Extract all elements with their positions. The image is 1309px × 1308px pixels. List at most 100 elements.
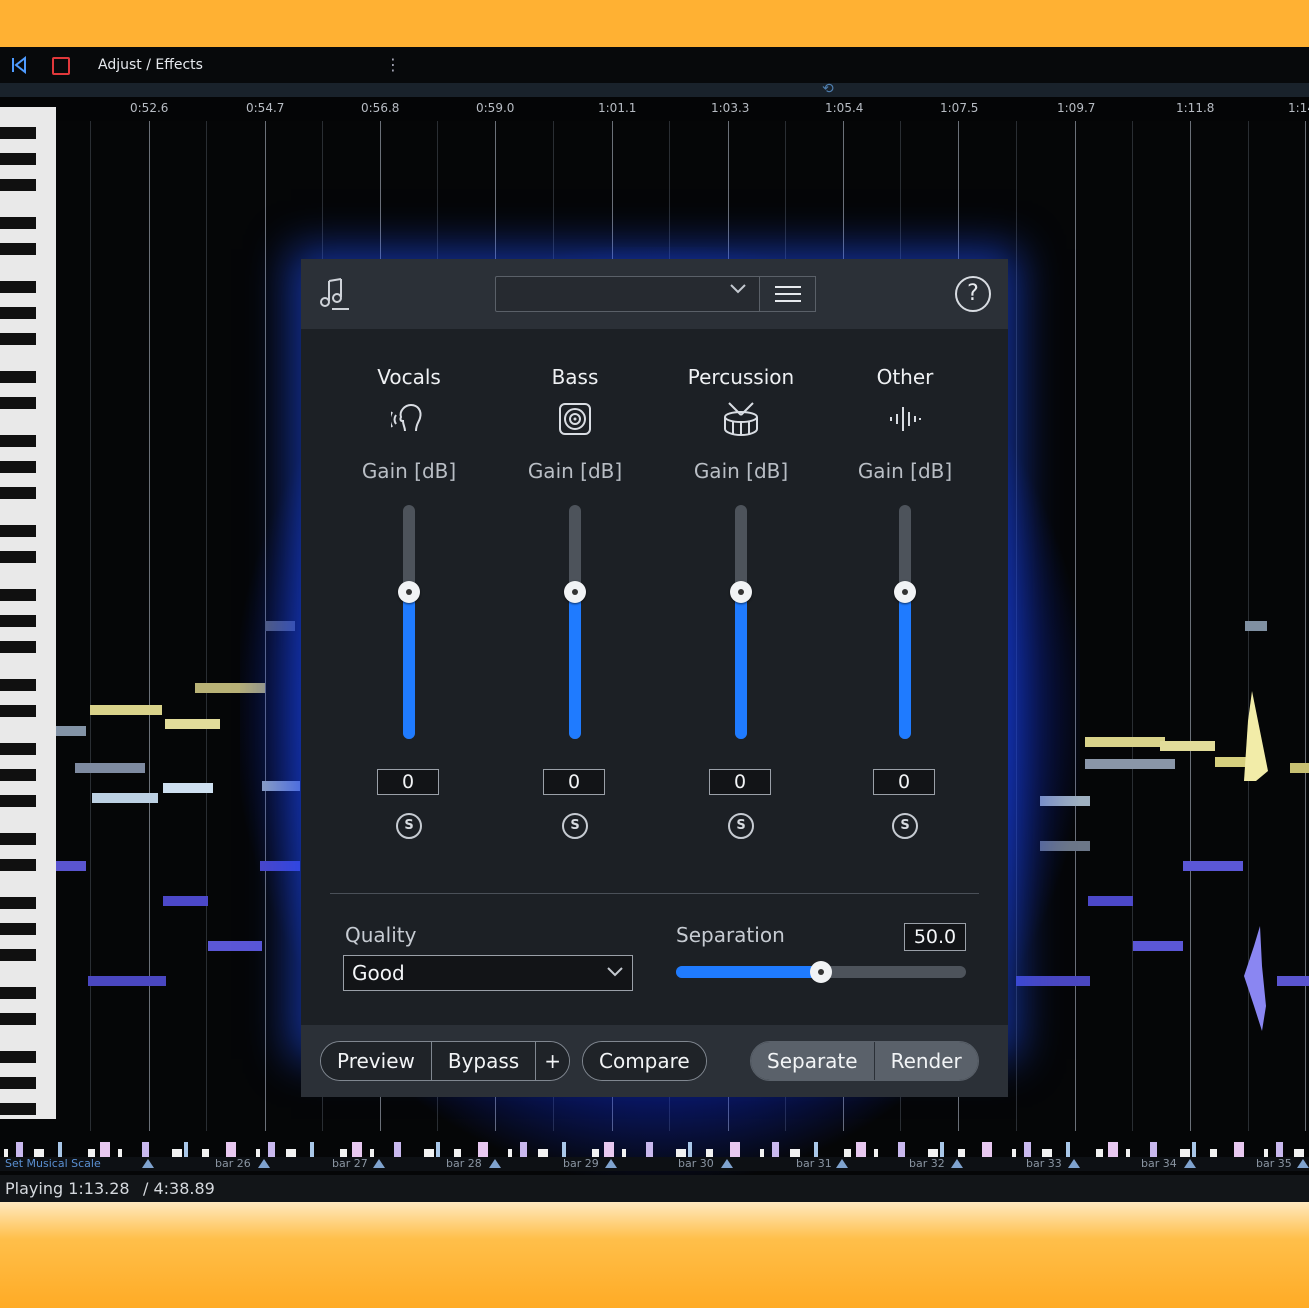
bar-marker-icon[interactable]: [142, 1159, 154, 1168]
note[interactable]: [1245, 621, 1267, 631]
gain-value-field[interactable]: 0: [377, 769, 439, 795]
chevron-down-icon[interactable]: [729, 283, 747, 295]
separation-slider-handle[interactable]: [810, 961, 832, 983]
menu-icon: [775, 286, 801, 288]
ruler-tick: 0:54.7: [246, 101, 285, 115]
preset-dropdown[interactable]: [495, 276, 761, 312]
note[interactable]: [1277, 976, 1309, 986]
solo-button[interactable]: S: [728, 813, 754, 839]
waveform-icon: [890, 407, 921, 431]
solo-button[interactable]: S: [562, 813, 588, 839]
lane-note: [1294, 1149, 1304, 1157]
note[interactable]: [56, 726, 86, 736]
bar-marker-icon[interactable]: [605, 1159, 617, 1168]
bar-label: bar 30: [678, 1157, 714, 1170]
note[interactable]: [163, 783, 213, 793]
lane-note: [1108, 1142, 1118, 1157]
more-options-icon[interactable]: ⋮: [385, 55, 401, 74]
lane-note: [1042, 1149, 1052, 1157]
solo-button[interactable]: S: [892, 813, 918, 839]
note[interactable]: [165, 719, 220, 729]
quality-label: Quality: [345, 923, 417, 947]
piano-keyboard[interactable]: [0, 107, 56, 1119]
lane-note: [58, 1142, 62, 1157]
gain-slider-handle[interactable]: [398, 581, 420, 603]
gain-value-field[interactable]: 0: [709, 769, 771, 795]
lane-note: [16, 1142, 23, 1157]
bar-markers[interactable]: Set Musical Scale bar 26 bar 27 bar 28 b…: [0, 1157, 1309, 1171]
lane-note: [790, 1149, 800, 1157]
solo-button[interactable]: S: [396, 813, 422, 839]
time-ruler[interactable]: 0:52.6 0:54.7 0:56.8 0:59.0 1:01.1 1:03.…: [0, 97, 1309, 121]
gain-slider-handle[interactable]: [894, 581, 916, 603]
bar-marker-icon[interactable]: [721, 1159, 733, 1168]
note[interactable]: [1290, 763, 1309, 773]
vocals-icon: [391, 403, 422, 432]
stem-title: Other: [876, 365, 934, 389]
quality-dropdown[interactable]: Good: [343, 955, 633, 991]
preset-menu-button[interactable]: [759, 276, 816, 312]
lane-note: [256, 1149, 260, 1157]
note[interactable]: [163, 896, 208, 906]
bar-marker-icon[interactable]: [489, 1159, 501, 1168]
note[interactable]: [1133, 941, 1183, 951]
render-button[interactable]: Render: [874, 1042, 978, 1080]
note[interactable]: [1088, 896, 1133, 906]
ruler-tick: 1:09.7: [1057, 101, 1096, 115]
bar-marker-icon[interactable]: [1068, 1159, 1080, 1168]
note[interactable]: [92, 793, 158, 803]
lane-note: [34, 1149, 44, 1157]
bar-marker-icon[interactable]: [951, 1159, 963, 1168]
bar-marker-icon[interactable]: [373, 1159, 385, 1168]
playback-position: Playing 1:13.28: [5, 1179, 130, 1198]
vocal-transient-shape: [1244, 691, 1268, 781]
note[interactable]: [1183, 861, 1243, 871]
note[interactable]: [1085, 759, 1175, 769]
note[interactable]: [90, 705, 162, 715]
preview-button[interactable]: Preview: [321, 1042, 432, 1080]
bar-marker-icon[interactable]: [1184, 1159, 1196, 1168]
lane-note: [1192, 1142, 1196, 1157]
note[interactable]: [1160, 741, 1215, 751]
bar-marker-icon[interactable]: [258, 1159, 270, 1168]
record-stop-icon[interactable]: [52, 57, 70, 75]
note[interactable]: [88, 976, 166, 986]
ruler-tick: 0:59.0: [476, 101, 515, 115]
add-button[interactable]: +: [536, 1042, 569, 1080]
ruler-tick: 1:11.8: [1176, 101, 1215, 115]
loop-region-band[interactable]: [0, 83, 1309, 97]
lane-note: [478, 1142, 488, 1157]
note[interactable]: [56, 861, 86, 871]
lane-note: [118, 1149, 122, 1157]
bar-marker-icon[interactable]: [1297, 1159, 1309, 1168]
gain-label: Gain [dB]: [527, 459, 623, 483]
bypass-button[interactable]: Bypass: [431, 1042, 537, 1080]
gain-slider-fill: [569, 593, 581, 739]
lane-note: [142, 1142, 149, 1157]
gain-slider-fill: [403, 593, 415, 739]
gain-value-field[interactable]: 0: [543, 769, 605, 795]
gain-slider-handle[interactable]: [730, 581, 752, 603]
gain-value-field[interactable]: 0: [873, 769, 935, 795]
spectral-editor-window: Adjust / Effects ⋮ ⟲ 0:52.6 0:54.7 0:56.…: [0, 47, 1309, 1202]
lane-note: [1234, 1142, 1244, 1157]
drum-icon: [724, 402, 758, 437]
separation-value-field[interactable]: 50.0: [904, 923, 966, 951]
vocal-transient-shape: [1244, 926, 1266, 1031]
help-button[interactable]: ?: [955, 276, 991, 312]
bar-marker-icon[interactable]: [836, 1159, 848, 1168]
top-toolbar: Adjust / Effects ⋮: [0, 47, 1309, 83]
gain-slider-handle[interactable]: [564, 581, 586, 603]
note[interactable]: [75, 763, 145, 773]
compare-button[interactable]: Compare: [583, 1042, 706, 1080]
divider: [330, 893, 979, 894]
skip-to-start-icon[interactable]: [10, 56, 28, 74]
toolbar-title: Adjust / Effects: [98, 57, 203, 73]
lane-note: [604, 1142, 614, 1157]
lane-note: [730, 1142, 740, 1157]
loop-icon[interactable]: ⟲: [822, 81, 834, 97]
lane-note: [562, 1142, 566, 1157]
separate-button[interactable]: Separate: [751, 1042, 875, 1080]
set-musical-scale-link[interactable]: Set Musical Scale: [5, 1157, 101, 1170]
note[interactable]: [1085, 737, 1165, 747]
